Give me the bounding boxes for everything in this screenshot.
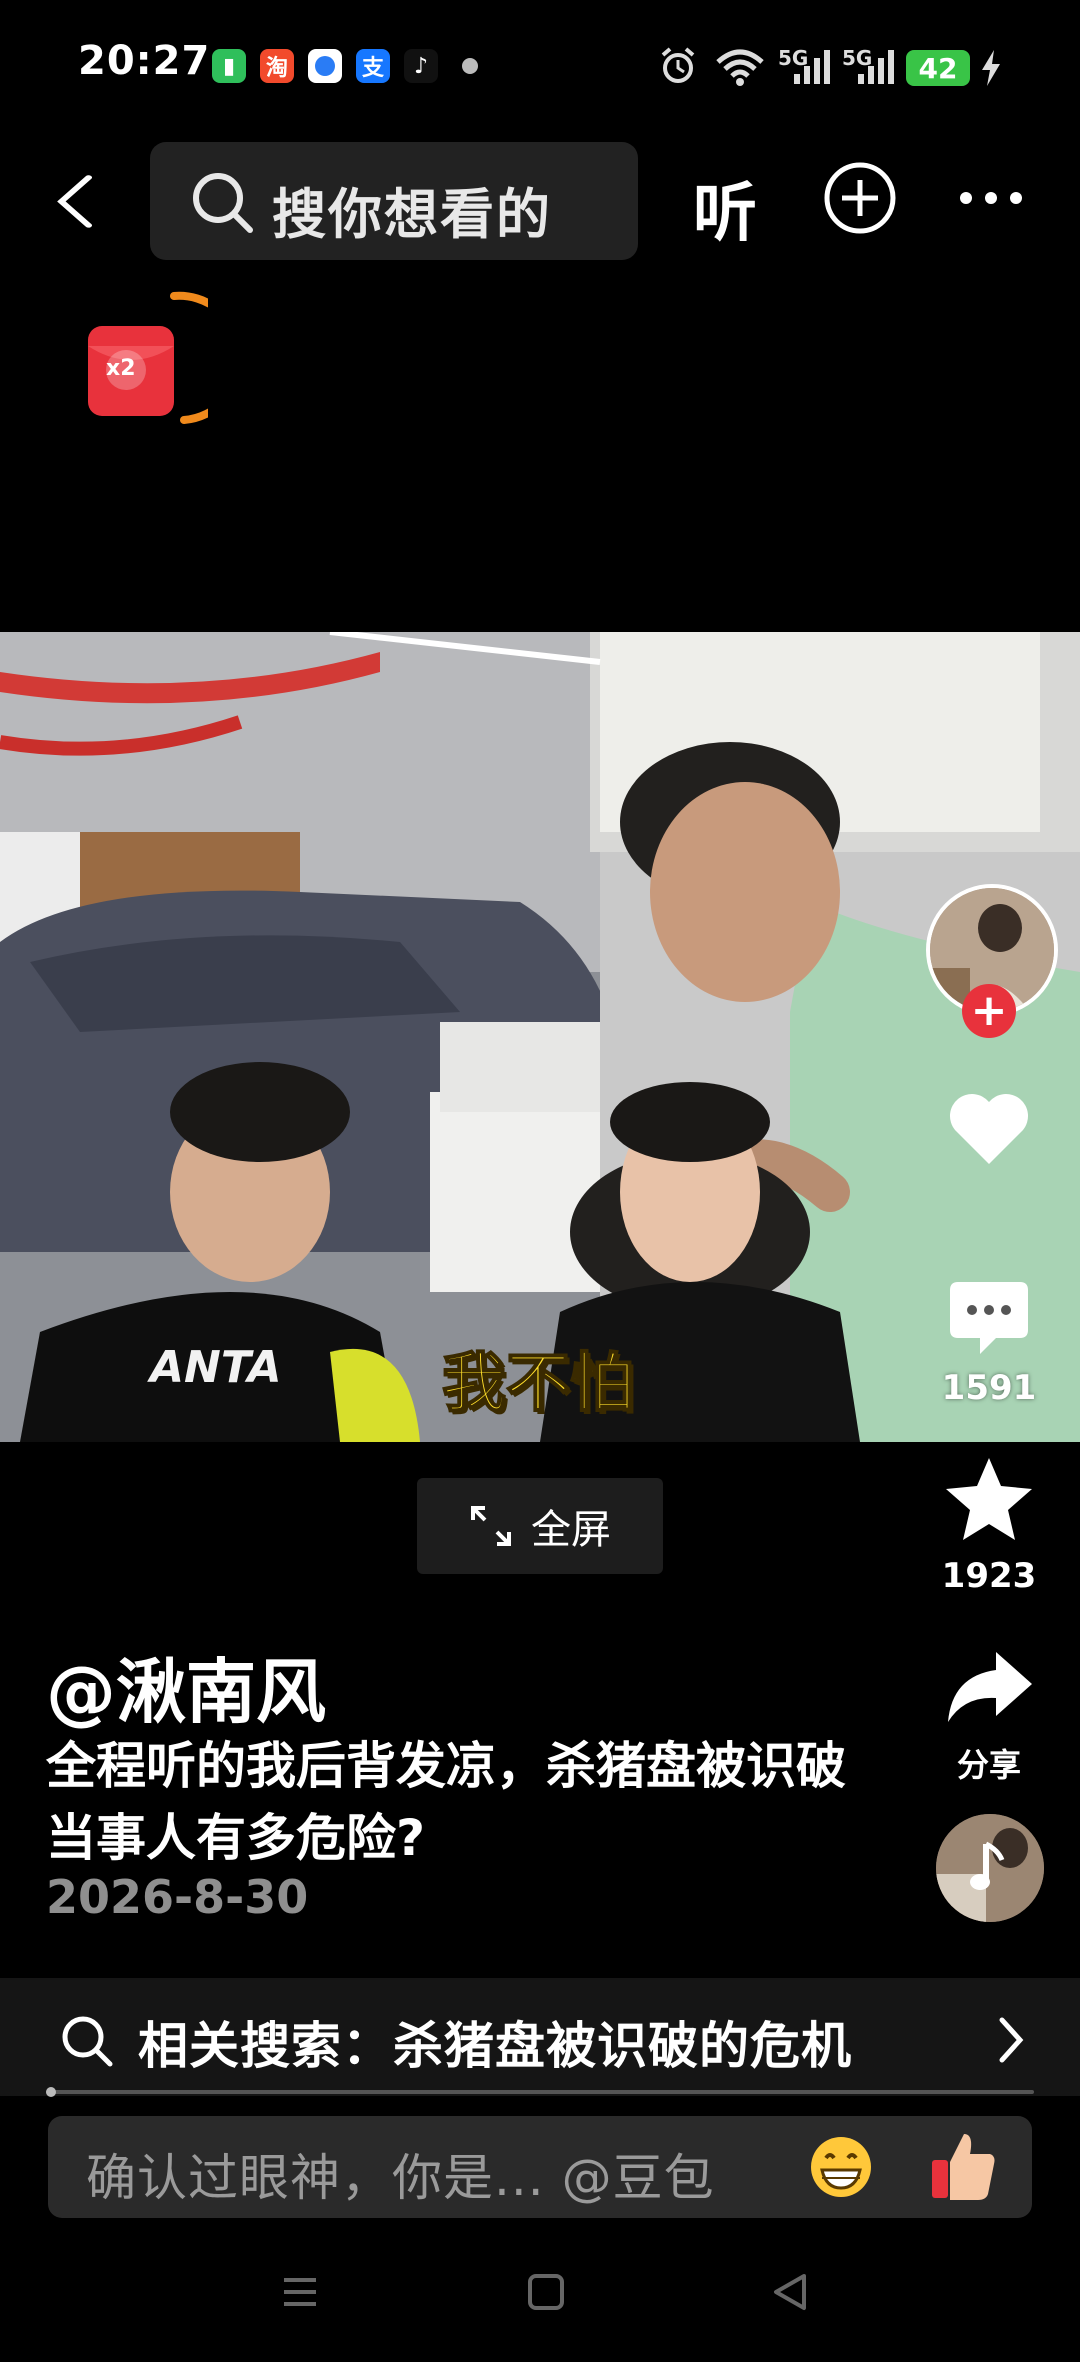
blue-app-icon [308, 49, 342, 83]
signal-2-icon [858, 50, 894, 84]
nav-menu-icon[interactable] [280, 2272, 320, 2312]
nav-home-icon[interactable] [526, 2272, 566, 2312]
favorite-star-icon[interactable] [944, 1456, 1034, 1542]
related-search-icon [62, 2016, 113, 2067]
video-player[interactable]: ANTA 我不怕 [0, 632, 1080, 1442]
listen-button[interactable]: 听 [693, 162, 757, 254]
video-progress-track[interactable] [46, 2090, 1034, 2094]
search-placeholder[interactable]: 搜你想看的 [272, 170, 552, 249]
fullscreen-button[interactable]: 全屏 [417, 1478, 663, 1574]
more-notifications-dot [462, 58, 478, 74]
add-circle-icon[interactable] [822, 160, 898, 236]
grin-emoji-icon[interactable] [808, 2134, 874, 2200]
reward-envelope-icon [88, 291, 246, 424]
author-name[interactable]: @湫南风 [46, 1636, 326, 1737]
comment-placeholder[interactable]: 确认过眼神，你是... @豆包 [86, 2138, 715, 2210]
status-time: 20:27 [78, 38, 211, 84]
comment-count: 1591 [941, 1368, 1037, 1408]
video-frame [0, 632, 1080, 1442]
taobao-glyph: 淘 [265, 56, 288, 81]
tiktok-app-icon: ♪ [404, 49, 438, 83]
music-note-icon [970, 1841, 1005, 1890]
video-subtitle: 我不怕 [441, 1346, 635, 1422]
expand-icon [471, 1506, 511, 1546]
related-search-text[interactable]: 相关搜索：杀猪盘被识破的危机 [138, 2006, 852, 2078]
search-icon [193, 173, 253, 233]
video-progress-handle[interactable] [46, 2087, 56, 2097]
thumbs-up-icon[interactable] [928, 2128, 998, 2204]
reward-multiplier: x2 [106, 356, 136, 381]
taobao-app-icon: 淘 [260, 49, 294, 83]
alipay-glyph: 支 [361, 56, 384, 81]
back-icon[interactable] [50, 166, 100, 236]
share-label[interactable]: 分享 [919, 1740, 1059, 1786]
post-date: 2026-8-30 [46, 1870, 309, 1924]
video-description: 全程听的我后背发凉，杀猪盘被识破当事人有多危险? [46, 1737, 846, 1867]
follow-button[interactable]: + [962, 984, 1016, 1038]
chevron-right-icon[interactable] [996, 2016, 1026, 2064]
wifi-icon [716, 49, 764, 86]
music-disc[interactable] [936, 1814, 1044, 1922]
battery-indicator: 42 [906, 50, 970, 86]
share-arrow-icon[interactable] [944, 1648, 1034, 1724]
alipay-app-icon: 支 [356, 49, 390, 83]
more-icon[interactable] [958, 190, 1024, 206]
like-heart-icon[interactable] [947, 1090, 1031, 1166]
favorite-count: 1923 [941, 1556, 1037, 1596]
shirt-logo-text: ANTA [150, 1342, 282, 1393]
charging-icon [982, 50, 1000, 86]
comment-icon[interactable] [946, 1278, 1032, 1358]
battery-saver-app-icon: ▮ [212, 49, 246, 83]
reward-envelope[interactable]: x2 [78, 290, 246, 430]
fullscreen-label: 全屏 [531, 1507, 611, 1553]
nav-back-icon[interactable] [770, 2272, 810, 2312]
signal-1-icon [794, 50, 830, 84]
alarm-icon [661, 47, 695, 83]
